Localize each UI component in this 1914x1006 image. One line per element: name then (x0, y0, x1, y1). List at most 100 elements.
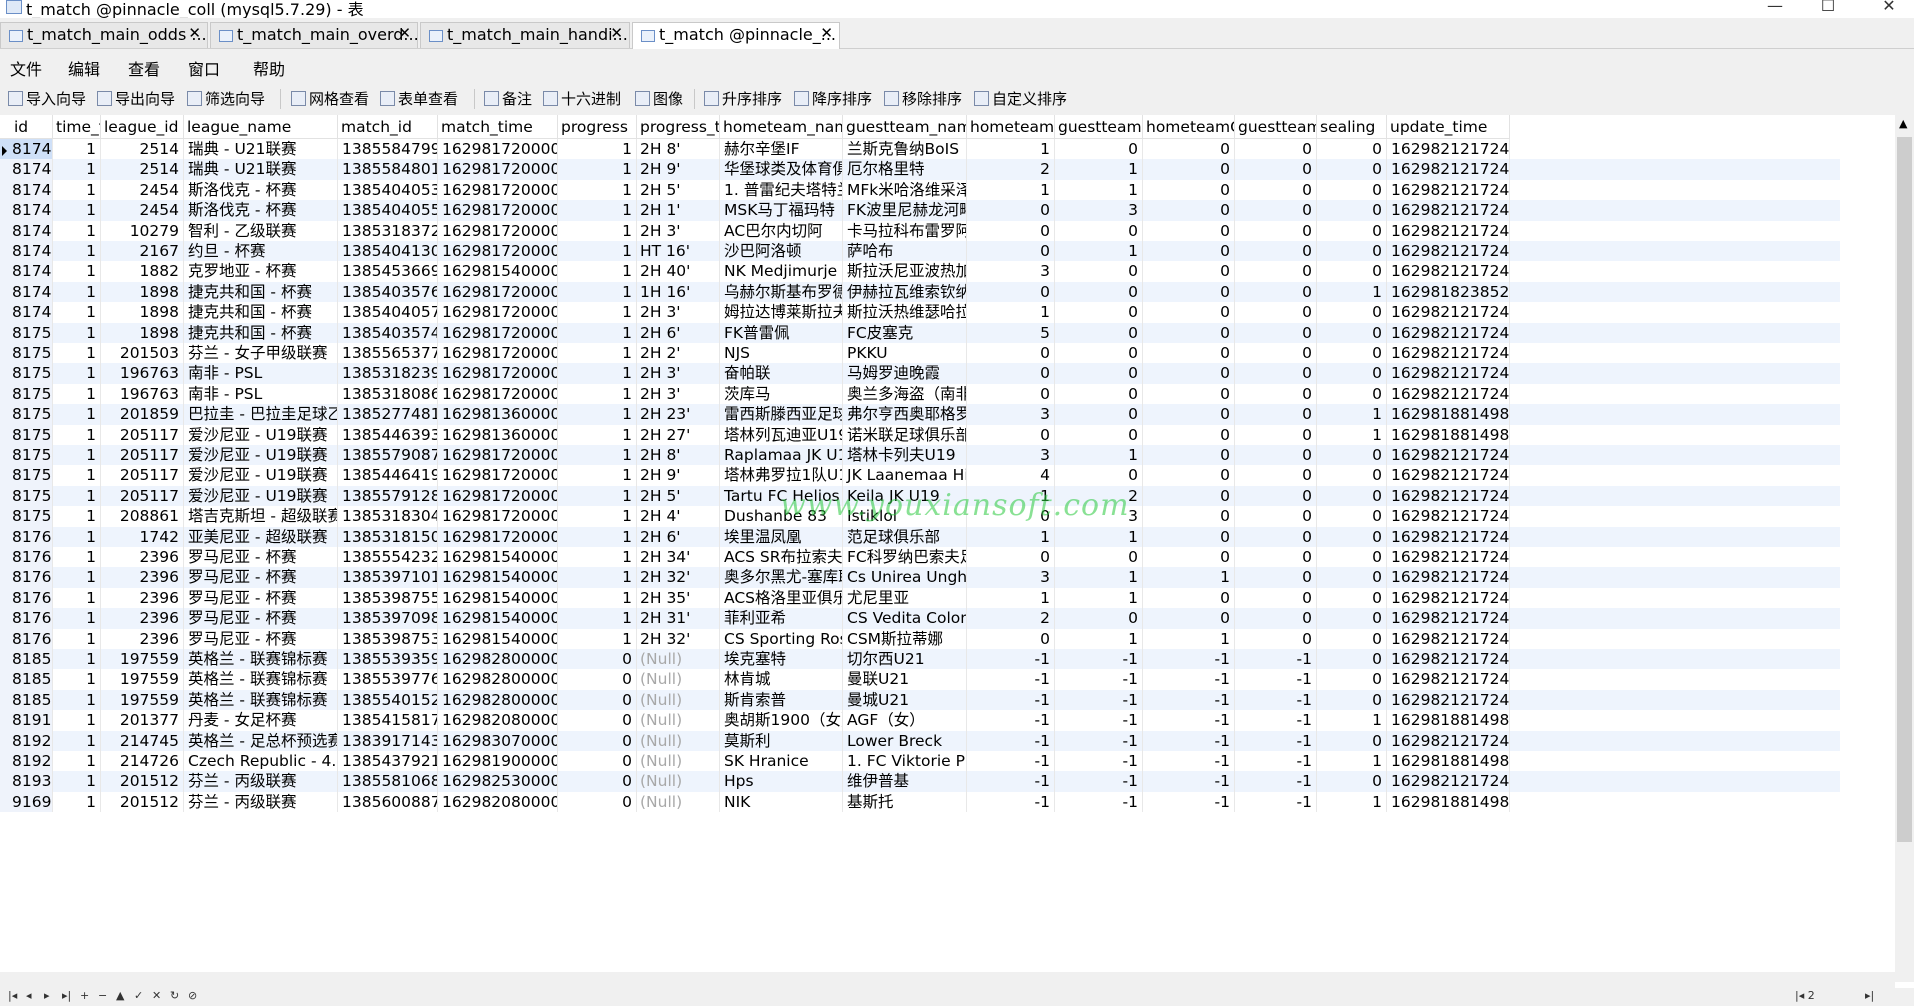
cell-home-goal-ht[interactable]: 0 (1143, 159, 1235, 180)
cell-match-id[interactable]: 1385453669 (338, 261, 438, 282)
cell-progress[interactable]: 1 (558, 485, 637, 507)
cell-match-id[interactable]: 1385539359 (338, 649, 438, 670)
cell-update-time[interactable]: 1629821217247 (1387, 241, 1510, 262)
cell-league-name[interactable]: 丹麦 - 女足杯赛 (184, 710, 338, 731)
cell-match-id[interactable]: 1385540152 (338, 689, 438, 711)
cell-progress-time[interactable]: 2H 5' (637, 485, 720, 507)
cell-guestteam-name[interactable]: 1. FC Viktorie Prerov (843, 751, 967, 772)
cell-sealing[interactable]: 1 (1317, 791, 1387, 813)
cell-home-goal-ht[interactable]: 0 (1143, 139, 1235, 160)
cell-progress[interactable]: 0 (558, 669, 637, 690)
close-icon[interactable]: ✕ (820, 24, 833, 42)
cell-guestteam-name[interactable]: Keila JK U19 (843, 485, 967, 507)
table-row[interactable]: 8174212514瑞典 - U21联赛13855848011629817200… (0, 159, 1840, 180)
cell-league-name[interactable]: 英格兰 - 足总杯预选赛 (184, 730, 338, 751)
cell-home-goal-ht[interactable]: 0 (1143, 485, 1235, 507)
cell-guest-goal[interactable]: 2 (1055, 485, 1143, 507)
cell-hometeam-name[interactable]: Hps (720, 771, 843, 792)
cell-hometeam-name[interactable]: NIK (720, 791, 843, 813)
column-header-sealing[interactable]: sealing (1317, 115, 1387, 139)
tab-overdue[interactable]: t_match_main_overd... ✕ (210, 22, 418, 48)
cell-time-fr[interactable]: 1 (53, 404, 101, 425)
cell-progress[interactable]: 1 (558, 547, 637, 568)
cell-guest-goal-ht[interactable]: 0 (1235, 363, 1317, 384)
cell-update-time[interactable]: 1629821217247 (1387, 506, 1510, 527)
column-header-hometeam-name[interactable]: hometeam_name (720, 115, 843, 139)
cell-match-time[interactable]: 1629828000000 (438, 689, 558, 711)
cell-progress-time[interactable]: 2H 32' (637, 567, 720, 588)
cell-home-goal[interactable]: 0 (967, 241, 1055, 262)
cell-league-name[interactable]: 斯洛伐克 - 杯赛 (184, 200, 338, 221)
table-row[interactable]: 817581205117爱沙尼亚 - U19联赛1385579128162981… (0, 485, 1840, 507)
cell-home-goal[interactable]: 1 (967, 139, 1055, 160)
cell-guest-goal-ht[interactable]: 0 (1235, 261, 1317, 282)
cell-league-name[interactable]: 英格兰 - 联赛锦标赛 (184, 669, 338, 690)
cell-match-id[interactable]: 1385579087 (338, 445, 438, 466)
cell-sealing[interactable]: 0 (1317, 261, 1387, 282)
cell-home-goal[interactable]: 1 (967, 302, 1055, 323)
cell-league-id[interactable]: 2454 (101, 200, 184, 221)
cell-guest-goal[interactable]: 1 (1055, 179, 1143, 201)
cell-hometeam-name[interactable]: 林肯城 (720, 669, 843, 690)
cell-guest-goal-ht[interactable]: 0 (1235, 485, 1317, 507)
table-row[interactable]: 8175011898捷克共和国 - 杯赛13854035741629817200… (0, 322, 1840, 343)
cell-guestteam-name[interactable]: Lower Breck (843, 730, 967, 751)
tab-handicap[interactable]: t_match_main_handi... ✕ (420, 22, 630, 48)
table-row[interactable]: 8176512396罗马尼亚 - 杯赛138539875316298154000… (0, 628, 1840, 649)
cell-update-time[interactable]: 1629821217247 (1387, 261, 1510, 282)
cell-guest-goal-ht[interactable]: 0 (1235, 587, 1317, 609)
cell-match-id[interactable]: 1385318086 (338, 383, 438, 405)
cell-hometeam-name[interactable]: SK Hranice (720, 751, 843, 772)
cell-progress-time[interactable]: (Null) (637, 649, 720, 670)
cell-guest-goal-ht[interactable]: -1 (1235, 649, 1317, 670)
cell-progress-time[interactable]: 1H 16' (637, 281, 720, 303)
image-button[interactable]: 图像 (635, 88, 683, 110)
cell-progress-time[interactable]: (Null) (637, 730, 720, 751)
cell-league-name[interactable]: 罗马尼亚 - 杯赛 (184, 547, 338, 568)
cell-league-id[interactable]: 1742 (101, 526, 184, 547)
cell-guestteam-name[interactable]: AGF（女） (843, 710, 967, 731)
cell-update-time[interactable]: 1629821217247 (1387, 587, 1510, 609)
cell-progress[interactable]: 1 (558, 363, 637, 384)
cell-id[interactable]: 81741 (0, 139, 53, 160)
cell-time-fr[interactable]: 1 (53, 343, 101, 364)
cell-match-id[interactable]: 1385318304 (338, 506, 438, 527)
cell-guest-goal[interactable]: -1 (1055, 751, 1143, 772)
cell-home-goal-ht[interactable]: 0 (1143, 404, 1235, 425)
cell-guestteam-name[interactable]: 弗尔亨西奥耶格罗斯 (843, 404, 967, 425)
table-row[interactable]: 817551205117爱沙尼亚 - U19联赛1385446393162981… (0, 424, 1840, 445)
cell-match-time[interactable]: 1629817200000 (438, 363, 558, 384)
vertical-scrollbar[interactable]: ▲ (1895, 115, 1914, 982)
column-header-home-goal[interactable]: hometeamGo (967, 115, 1055, 139)
cell-guest-goal-ht[interactable]: 0 (1235, 526, 1317, 547)
cell-time-fr[interactable]: 1 (53, 179, 101, 201)
cell-sealing[interactable]: 1 (1317, 751, 1387, 772)
cell-match-time[interactable]: 1629815400000 (438, 261, 558, 282)
cell-sealing[interactable]: 1 (1317, 281, 1387, 303)
cell-progress-time[interactable]: 2H 8' (637, 139, 720, 160)
cell-guest-goal[interactable]: 0 (1055, 139, 1143, 160)
cell-home-goal[interactable]: 0 (967, 424, 1055, 445)
menu-view[interactable]: 查看 (128, 56, 160, 80)
cell-match-time[interactable]: 1629817200000 (438, 220, 558, 241)
cell-league-id[interactable]: 2396 (101, 587, 184, 609)
cell-home-goal[interactable]: -1 (967, 751, 1055, 772)
cell-guest-goal-ht[interactable]: 0 (1235, 322, 1317, 343)
cell-league-id[interactable]: 201512 (101, 771, 184, 792)
cell-sealing[interactable]: 0 (1317, 771, 1387, 792)
cell-update-time[interactable]: 1629818814987 (1387, 404, 1510, 425)
cell-id[interactable]: 81743 (0, 179, 53, 201)
cell-id[interactable]: 81754 (0, 404, 53, 425)
table-row[interactable]: 817521196763南非 - PSL13853182391629817200… (0, 363, 1840, 384)
table-row[interactable]: 8176412396罗马尼亚 - 杯赛138539709816298154000… (0, 608, 1840, 629)
cell-league-id[interactable]: 2514 (101, 159, 184, 180)
table-row[interactable]: 819261214745英格兰 - 足总杯预选赛1383917143162983… (0, 730, 1840, 751)
cell-match-time[interactable]: 1629817200000 (438, 241, 558, 262)
cell-guest-goal[interactable]: 0 (1055, 465, 1143, 486)
cell-match-time[interactable]: 1629815400000 (438, 567, 558, 588)
cell-hometeam-name[interactable]: 埃克塞特 (720, 649, 843, 670)
cell-guest-goal[interactable]: 0 (1055, 383, 1143, 405)
cell-sealing[interactable]: 0 (1317, 669, 1387, 690)
cell-id[interactable]: 81745 (0, 220, 53, 241)
cell-time-fr[interactable]: 1 (53, 689, 101, 711)
